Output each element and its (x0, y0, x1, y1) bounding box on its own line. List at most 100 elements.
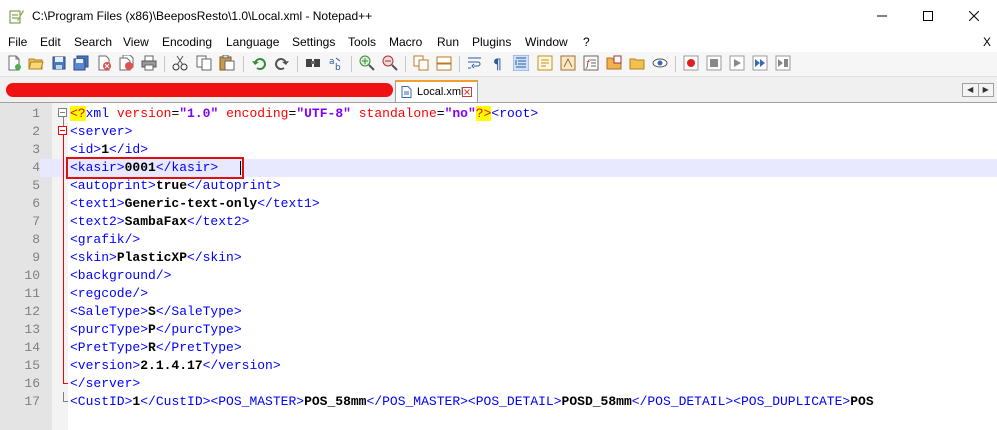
code-token: <root> (491, 106, 539, 121)
editor-area[interactable]: 1 <?xml version="1.0" encoding="UTF-8" st… (0, 103, 997, 430)
open-file-icon[interactable] (28, 55, 44, 71)
notepadplusplus-icon (9, 10, 24, 24)
code-line[interactable]: 13 <purcType>P</purcType> (0, 321, 997, 339)
code-line[interactable]: 10 <background/> (0, 267, 997, 285)
code-token: </autoprint> (187, 178, 281, 193)
code-line[interactable]: 11 <regcode/> (0, 285, 997, 303)
code-token: SambaFax (124, 214, 188, 229)
menu-tools[interactable]: Tools (348, 35, 376, 49)
play-macro-icon[interactable] (729, 55, 745, 71)
show-all-chars-icon[interactable]: ¶ (490, 55, 506, 71)
fold-collapse-icon[interactable] (58, 126, 67, 135)
function-list-icon[interactable]: f (583, 55, 599, 71)
doc-map-icon[interactable] (560, 55, 576, 71)
menu-settings[interactable]: Settings (292, 35, 335, 49)
fold-guide (63, 135, 64, 383)
code-token: xml (85, 106, 117, 121)
paste-icon[interactable] (219, 55, 235, 71)
sync-vertical-icon[interactable] (413, 55, 429, 71)
undo-icon[interactable] (251, 55, 267, 71)
svg-text:b: b (335, 63, 341, 71)
code-text: <autoprint>true</autoprint> (70, 177, 281, 195)
sync-horizontal-icon[interactable] (436, 55, 452, 71)
close-all-icon[interactable] (118, 55, 134, 71)
menu-language[interactable]: Language (226, 35, 279, 49)
menu-file[interactable]: File (8, 35, 27, 49)
code-line[interactable]: 2 <server> (0, 123, 997, 141)
toolbar-separator (351, 56, 352, 72)
code-line[interactable]: 14 <PretType>R</PretType> (0, 339, 997, 357)
minimize-icon (877, 15, 887, 17)
code-line[interactable]: 8 <grafik/> (0, 231, 997, 249)
menu-search[interactable]: Search (74, 35, 112, 49)
indent-guide-icon[interactable] (513, 55, 529, 71)
print-icon[interactable] (141, 55, 157, 71)
tab-scroll-arrows: ◀ ▶ (962, 83, 994, 97)
code-token: </POS_MASTER> (366, 394, 468, 409)
code-token: <POS_MASTER> (210, 394, 305, 409)
menu-run[interactable]: Run (437, 35, 459, 49)
code-line[interactable]: 9 <skin>PlasticXP</skin> (0, 249, 997, 267)
code-token: </text1> (257, 196, 320, 211)
save-icon[interactable] (51, 55, 67, 71)
stop-macro-icon[interactable] (706, 55, 722, 71)
code-token: </server> (70, 376, 141, 391)
code-line[interactable]: 12 <SaleType>S</SaleType> (0, 303, 997, 321)
monitor-icon[interactable] (652, 55, 668, 71)
menu-window[interactable]: Window (525, 35, 568, 49)
folder-icon[interactable] (629, 55, 645, 71)
record-macro-icon[interactable] (683, 55, 699, 71)
find-icon[interactable] (305, 55, 321, 71)
code-line[interactable]: 16 </server> (0, 375, 997, 393)
run-macro-multiple-icon[interactable] (752, 55, 768, 71)
tab-local-xml[interactable]: Local.xml (395, 80, 478, 102)
maximize-button[interactable] (905, 0, 951, 32)
code-line[interactable]: 7 <text2>SambaFax</text2> (0, 213, 997, 231)
code-line[interactable]: 17 <CustID>1</CustID><POS_MASTER>POS_58mm… (0, 393, 997, 411)
minimize-button[interactable] (859, 0, 905, 32)
menu-help[interactable]: ? (583, 35, 590, 49)
code-line[interactable]: 6 <text1>Generic-text-only</text1> (0, 195, 997, 213)
code-line[interactable]: 1 <?xml version="1.0" encoding="UTF-8" st… (0, 105, 997, 123)
save-macro-icon[interactable] (775, 55, 791, 71)
close-document-button[interactable]: X (983, 35, 991, 49)
new-file-icon[interactable] (6, 55, 22, 71)
code-text: <grafik/> (70, 231, 140, 249)
replace-icon[interactable]: ab (328, 55, 344, 71)
menu-encoding[interactable]: Encoding (162, 35, 212, 49)
menu-macro[interactable]: Macro (389, 35, 422, 49)
close-icon[interactable] (96, 55, 112, 71)
save-all-icon[interactable] (73, 55, 89, 71)
tab-close-icon[interactable] (462, 87, 472, 97)
redo-icon[interactable] (274, 55, 290, 71)
user-language-icon[interactable] (537, 55, 553, 71)
code-token: = (436, 106, 445, 121)
folder-workspace-icon[interactable] (606, 55, 622, 71)
code-token: POSD_58mm (561, 394, 632, 409)
fold-guide (63, 117, 64, 126)
code-line[interactable]: 15 <version>2.1.4.17</version> (0, 357, 997, 375)
line-number: 4 (0, 159, 40, 177)
title-bar: C:\Program Files (x86)\BeeposResto\1.0\L… (0, 0, 997, 32)
menu-plugins[interactable]: Plugins (472, 35, 511, 49)
close-window-button[interactable] (951, 0, 997, 32)
fold-collapse-icon[interactable] (58, 108, 67, 117)
menu-edit[interactable]: Edit (40, 35, 61, 49)
toolbar: ab ¶ f (0, 52, 997, 77)
code-token: <text2> (70, 214, 125, 229)
zoom-out-icon[interactable] (382, 55, 398, 71)
fold-guide (63, 392, 64, 401)
zoom-in-icon[interactable] (359, 55, 375, 71)
code-token: 2.1.4.17 (140, 358, 203, 373)
tab-label: Local.xml (417, 86, 464, 98)
code-token: 1 (101, 142, 110, 157)
word-wrap-icon[interactable] (467, 55, 483, 71)
cut-icon[interactable] (172, 55, 188, 71)
toolbar-separator (459, 56, 460, 72)
code-line[interactable]: 5 <autoprint>true</autoprint> (0, 177, 997, 195)
tab-scroll-left-icon[interactable]: ◀ (963, 84, 978, 96)
menu-view[interactable]: View (123, 35, 149, 49)
tab-scroll-right-icon[interactable]: ▶ (977, 84, 994, 96)
code-token: <text1> (70, 196, 125, 211)
copy-icon[interactable] (196, 55, 212, 71)
